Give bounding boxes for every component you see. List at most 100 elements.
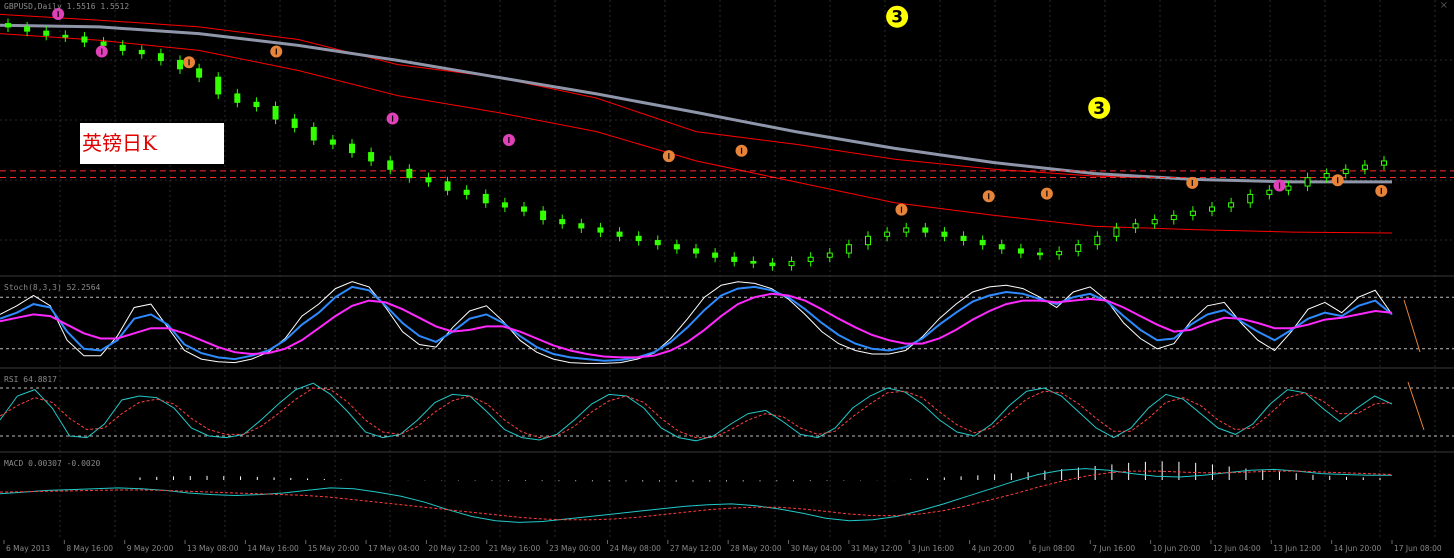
candle-body [826,252,833,258]
candle-body [1361,164,1368,170]
candle-body [1323,173,1330,179]
fractal-marker-orange [895,203,908,216]
candle-body [922,227,929,233]
candle-body [1381,160,1387,166]
candle-body [1285,185,1292,191]
candle-body [1075,244,1082,252]
macd-signal-line [0,470,1393,521]
candle-body [1113,227,1120,237]
candle-body [234,93,241,103]
x-tick-label: 20 May 12:00 [428,544,480,553]
candle-body [941,231,948,237]
x-tick-label: 3 Jun 16:00 [911,544,954,553]
candle-body [425,177,432,183]
candle-body [1266,189,1273,195]
stoch-main-line [0,285,1393,362]
stoch-signal-line [0,292,1393,359]
candle-body [979,240,986,246]
rsi-signal-line [0,387,1393,439]
chart-window: 3 3 6 May 2013 8 May 16:00 9 May 20:00 13 May… [0,0,1454,554]
candle-body [1037,252,1043,256]
candle-body [1017,248,1024,254]
x-tick-label: 15 May 20:00 [308,544,360,553]
fractal-marker-orange [1040,187,1053,200]
candle-body [1228,202,1235,208]
candle-body [1151,219,1158,225]
x-tick-label: 10 Jun 20:00 [1153,544,1201,553]
candle-body [1304,177,1311,187]
candle-body [482,193,489,204]
candle-body [769,262,776,267]
candle-body [24,26,31,32]
x-tick-label: 8 May 16:00 [66,544,113,553]
wave-label-text: 3 [891,8,903,28]
candle-body [310,126,317,141]
candle-body [673,244,680,250]
x-tick-label: 17 May 04:00 [368,544,420,553]
candle-body [62,34,69,38]
x-tick-label: 17 Jun 08:00 [1394,544,1442,553]
candle-body [693,248,699,254]
candle-body [1247,193,1254,204]
macd-main-line [0,468,1392,523]
candle-body [1170,214,1177,221]
candle-body [731,256,738,262]
fractal-marker-orange [1375,184,1388,197]
candle-body [138,49,145,55]
candle-body [177,59,183,70]
x-tick-label: 12 Jun 04:00 [1213,544,1261,553]
fractal-marker-pink [502,134,515,146]
x-tick-label: 27 May 12:00 [670,544,722,553]
candle-body [215,76,222,95]
candle-body [903,227,910,233]
candle-body [1209,206,1215,212]
x-tick-label: 6 May 2013 [6,544,50,553]
projection-line [1403,299,1421,353]
candle-body [1056,250,1063,256]
chart-label: 英镑日K [80,123,224,164]
candle-body [100,41,107,46]
candle-body [272,106,279,120]
x-tick-label: 6 Jun 08:00 [1032,544,1075,553]
candle-body [1094,235,1101,246]
candle-body [616,231,623,237]
x-tick-label: 30 May 04:00 [791,544,843,553]
candle-body [1132,223,1139,229]
candle-body [157,53,164,61]
candle-body [329,139,336,145]
candle-body [578,223,585,229]
candle-body [43,30,50,36]
candle-body [1189,210,1196,216]
candle-body [635,235,642,241]
candle-body [559,219,566,225]
fractal-marker-pink [95,45,108,58]
candle-body [884,231,891,237]
candle-body [119,44,126,51]
x-tick-label: 13 Jun 12:00 [1273,544,1321,553]
fractal-marker-orange [735,144,748,157]
fractal-marker-orange [270,45,283,58]
fractal-marker-orange [662,150,675,163]
candle-body [597,227,604,233]
fractal-marker-pink [386,112,399,125]
rsi-main-line [0,382,1393,442]
candle-body [865,235,871,246]
candle-body [5,23,11,28]
candle-body [463,189,470,195]
candle-body [845,244,852,254]
candle-body [81,36,88,43]
x-tick-label: 14 May 16:00 [247,544,299,553]
fractal-marker-orange [183,56,196,69]
close-icon[interactable]: × [1440,0,1448,11]
fractal-marker-orange [1331,174,1344,187]
projection-line [1407,381,1425,431]
x-tick-label: 31 May 12:00 [851,544,903,553]
candle-body [444,181,451,191]
macd-header: MACD 0.00307 -0.0020 [4,459,101,468]
x-tick-label: 7 Jun 16:00 [1092,544,1135,553]
price-chart-svg[interactable]: 3 3 6 May 2013 8 May 16:00 9 May 20:00 13 May… [0,0,1454,554]
candle-body [521,206,527,212]
candle-body [387,160,394,170]
candle-body [349,143,355,154]
fractal-marker-pink [1273,179,1286,192]
